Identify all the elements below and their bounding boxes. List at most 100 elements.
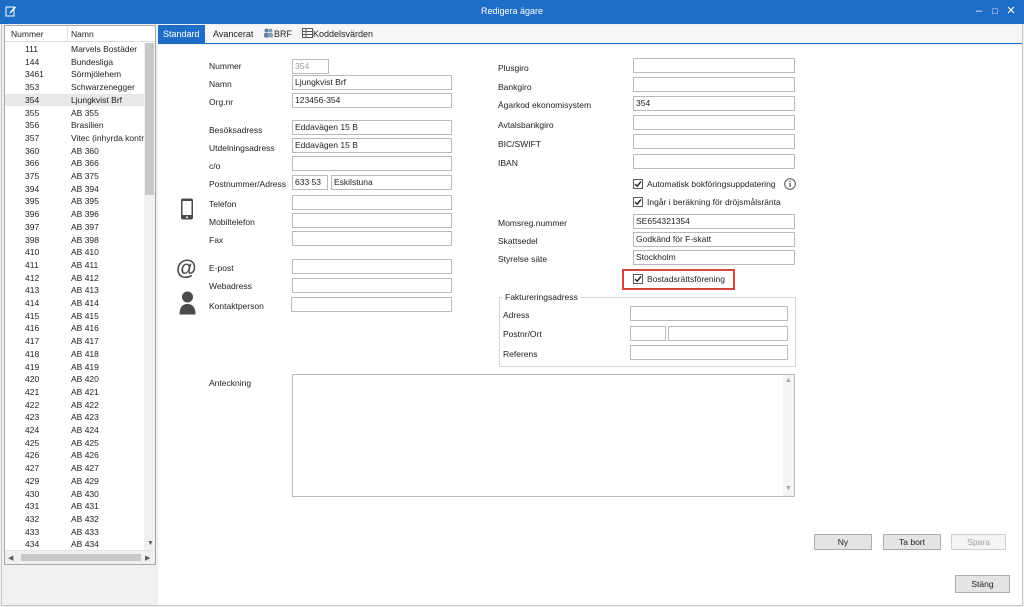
list-item[interactable]: 411 AB 411 [5, 259, 144, 272]
list-item[interactable]: 426 AB 426 [5, 449, 144, 462]
styrelse-field[interactable]: Stockholm [633, 250, 795, 265]
list-item[interactable]: 423 AB 423 [5, 411, 144, 424]
scroll-right-icon[interactable]: ▶ [145, 554, 150, 562]
list-item[interactable]: 397 AB 397 [5, 221, 144, 234]
list-item[interactable]: 430 AB 430 [5, 488, 144, 501]
minimize-button[interactable]: – [972, 4, 986, 18]
scroll-up-icon[interactable]: ▲ [785, 377, 792, 384]
list-item[interactable]: 420 AB 420 [5, 373, 144, 386]
maximize-button[interactable]: □ [988, 4, 1002, 18]
scroll-thumb[interactable] [145, 43, 154, 195]
list-item[interactable]: 396 AB 396 [5, 208, 144, 221]
scroll-left-icon[interactable]: ◀ [8, 554, 13, 562]
scroll-down-icon[interactable]: ▼ [147, 540, 154, 547]
list-item[interactable]: 394 AB 394 [5, 183, 144, 196]
stang-button[interactable]: Stäng [955, 575, 1010, 593]
tab-koddelsvarden[interactable]: Koddelsvärden [297, 25, 378, 44]
list-item[interactable]: 418 AB 418 [5, 348, 144, 361]
tab-avancerat[interactable]: Avancerat [208, 25, 258, 44]
ta-bort-button[interactable]: Ta bort [883, 534, 941, 550]
list-item-name: AB 355 [71, 107, 99, 118]
list-item[interactable]: 3461 Sörmjölehem [5, 68, 144, 81]
horizontal-scrollbar[interactable]: ◀ ▶ [5, 550, 155, 564]
agarkod-field[interactable]: 354 [633, 96, 795, 111]
orgnr-field[interactable]: 123456-354 [292, 93, 452, 108]
list-item-name: AB 397 [71, 221, 99, 232]
faktura-referens-field[interactable] [630, 345, 788, 360]
epost-field[interactable] [292, 259, 452, 274]
faktura-adress-field[interactable] [630, 306, 788, 321]
faktura-postnr-field[interactable] [630, 326, 666, 341]
list-item[interactable]: 144 Bundesliga [5, 56, 144, 69]
bic-field[interactable] [633, 134, 795, 149]
close-button[interactable]: ✕ [1004, 4, 1018, 18]
ny-button[interactable]: Ny [814, 534, 872, 550]
besoksadress-field[interactable]: Eddavägen 15 B [292, 120, 452, 135]
list-item[interactable]: 429 AB 429 [5, 475, 144, 488]
label-utdelningsadress: Utdelningsadress [209, 143, 275, 153]
list-item[interactable]: 366 AB 366 [5, 157, 144, 170]
scroll-down-icon[interactable]: ▼ [785, 485, 792, 492]
list-item[interactable]: 422 AB 422 [5, 399, 144, 412]
list-item[interactable]: 398 AB 398 [5, 234, 144, 247]
list-item[interactable]: 360 AB 360 [5, 145, 144, 158]
hscroll-thumb[interactable] [21, 554, 141, 561]
list-item[interactable]: 427 AB 427 [5, 462, 144, 475]
list-item[interactable]: 410 AB 410 [5, 246, 144, 259]
list-item[interactable]: 415 AB 415 [5, 310, 144, 323]
list-item[interactable]: 413 AB 413 [5, 284, 144, 297]
namn-field[interactable]: Ljungkvist Brf [292, 75, 452, 90]
column-header-namn[interactable]: Namn [71, 29, 94, 39]
co-field[interactable] [292, 156, 452, 171]
faktura-ort-field[interactable] [668, 326, 788, 341]
anteckning-textarea[interactable]: ▲ ▼ [292, 374, 795, 497]
kontaktperson-field[interactable] [291, 297, 452, 312]
column-header-nummer[interactable]: Nummer [11, 29, 44, 39]
plusgiro-field[interactable] [633, 58, 795, 73]
list-item[interactable]: 356 Brasilien [5, 119, 144, 132]
mobiltelefon-field[interactable] [292, 213, 452, 228]
list-item[interactable]: 416 AB 416 [5, 322, 144, 335]
list-item[interactable]: 414 AB 414 [5, 297, 144, 310]
list-item[interactable]: 412 AB 412 [5, 272, 144, 285]
iban-field[interactable] [633, 154, 795, 169]
list-item[interactable]: 431 AB 431 [5, 500, 144, 513]
auto-bokforing-checkbox[interactable] [633, 179, 643, 189]
momsreg-field[interactable]: SE654321354 [633, 214, 795, 229]
skattsedel-field[interactable]: Godkänd för F-skatt [633, 232, 795, 247]
list-item[interactable]: 425 AB 425 [5, 437, 144, 450]
list-item[interactable]: 353 Schwarzenegger [5, 81, 144, 94]
spara-button[interactable]: Spara [951, 534, 1006, 550]
list-item[interactable]: 354 Ljungkvist Brf [5, 93, 144, 107]
list-item[interactable]: 421 AB 421 [5, 386, 144, 399]
webadress-field[interactable] [292, 278, 452, 293]
list-item[interactable]: 433 AB 433 [5, 526, 144, 539]
info-icon[interactable] [784, 178, 796, 190]
label-postnummer: Postnummer/Adress [209, 179, 286, 189]
list-item[interactable]: 395 AB 395 [5, 195, 144, 208]
list-item[interactable]: 432 AB 432 [5, 513, 144, 526]
avtalsbankgiro-field[interactable] [633, 115, 795, 130]
fax-field[interactable] [292, 231, 452, 246]
tab-standard[interactable]: Standard [158, 25, 205, 44]
list-item[interactable]: 419 AB 419 [5, 361, 144, 374]
drojsmalsranta-checkbox[interactable] [633, 197, 643, 207]
list-item[interactable]: 357 Vitec (inhyrda kontra [5, 132, 144, 145]
list-item[interactable]: 355 AB 355 [5, 107, 144, 120]
telefon-field[interactable] [292, 195, 452, 210]
textarea-scrollbar[interactable]: ▲ ▼ [783, 375, 794, 496]
title-bar: Redigera ägare – □ ✕ [0, 0, 1024, 24]
list-item[interactable]: 111 Marvels Bostäder [5, 43, 144, 56]
ort-field[interactable]: Eskilstuna [331, 175, 452, 190]
owner-list[interactable]: Nummer Namn 111 Marvels Bostäder 144 Bundes… [4, 25, 156, 565]
bankgiro-field[interactable] [633, 77, 795, 92]
list-item-name: AB 360 [71, 145, 99, 156]
postnummer-field[interactable]: 633 53 [292, 175, 328, 190]
label-epost: E-post [209, 263, 234, 273]
utdelningsadress-field[interactable]: Eddavägen 15 B [292, 138, 452, 153]
list-item[interactable]: 424 AB 424 [5, 424, 144, 437]
vertical-scrollbar[interactable]: ▼ [144, 43, 155, 550]
tab-brf[interactable]: BRF [258, 25, 297, 44]
list-item[interactable]: 417 AB 417 [5, 335, 144, 348]
list-item[interactable]: 375 AB 375 [5, 170, 144, 183]
